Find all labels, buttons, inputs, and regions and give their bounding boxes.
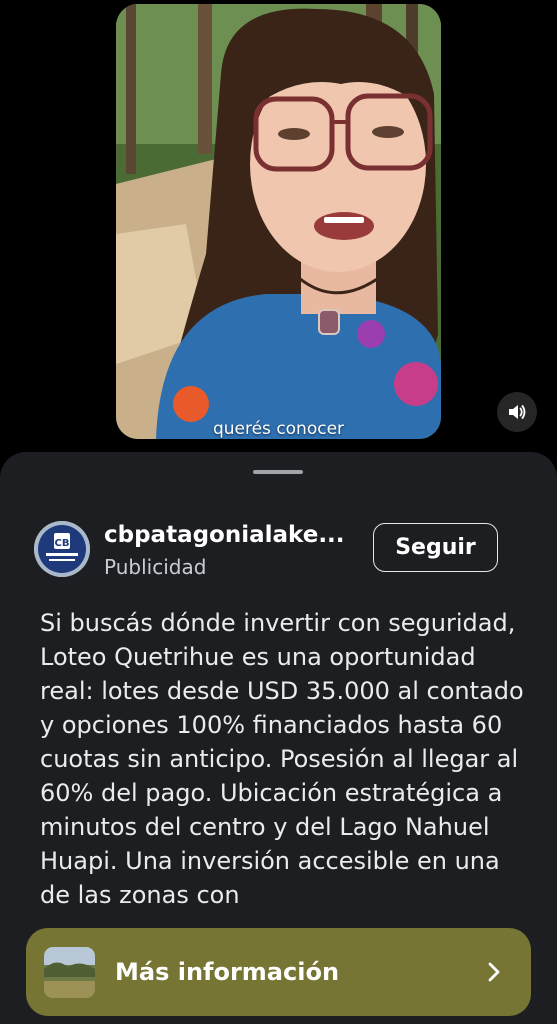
avatar[interactable]: CB [34, 521, 90, 577]
speaker-icon [509, 405, 526, 419]
chevron-right-icon [488, 962, 500, 982]
svg-text:CB: CB [55, 538, 70, 549]
video-player[interactable]: querés conocer [116, 4, 441, 439]
sound-toggle-button[interactable] [497, 392, 537, 432]
coldwell-banker-logo: CB [34, 521, 90, 577]
screen: querés conocer CB cbpatagonialake... Pub… [0, 0, 557, 1024]
cta-thumbnail [44, 947, 95, 998]
sheet-drag-handle[interactable] [253, 470, 303, 474]
landscape-thumbnail [44, 947, 95, 998]
account-name[interactable]: cbpatagonialake... [104, 520, 362, 550]
video-frame [116, 4, 441, 439]
sponsored-label: Publicidad [104, 555, 207, 579]
ad-caption-text: Si buscás dónde invertir con seguridad, … [40, 609, 524, 909]
video-caption: querés conocer [212, 419, 345, 439]
cta-label: Más información [115, 958, 340, 986]
more-info-button[interactable]: Más información [26, 928, 531, 1016]
follow-button[interactable]: Seguir [373, 523, 498, 572]
